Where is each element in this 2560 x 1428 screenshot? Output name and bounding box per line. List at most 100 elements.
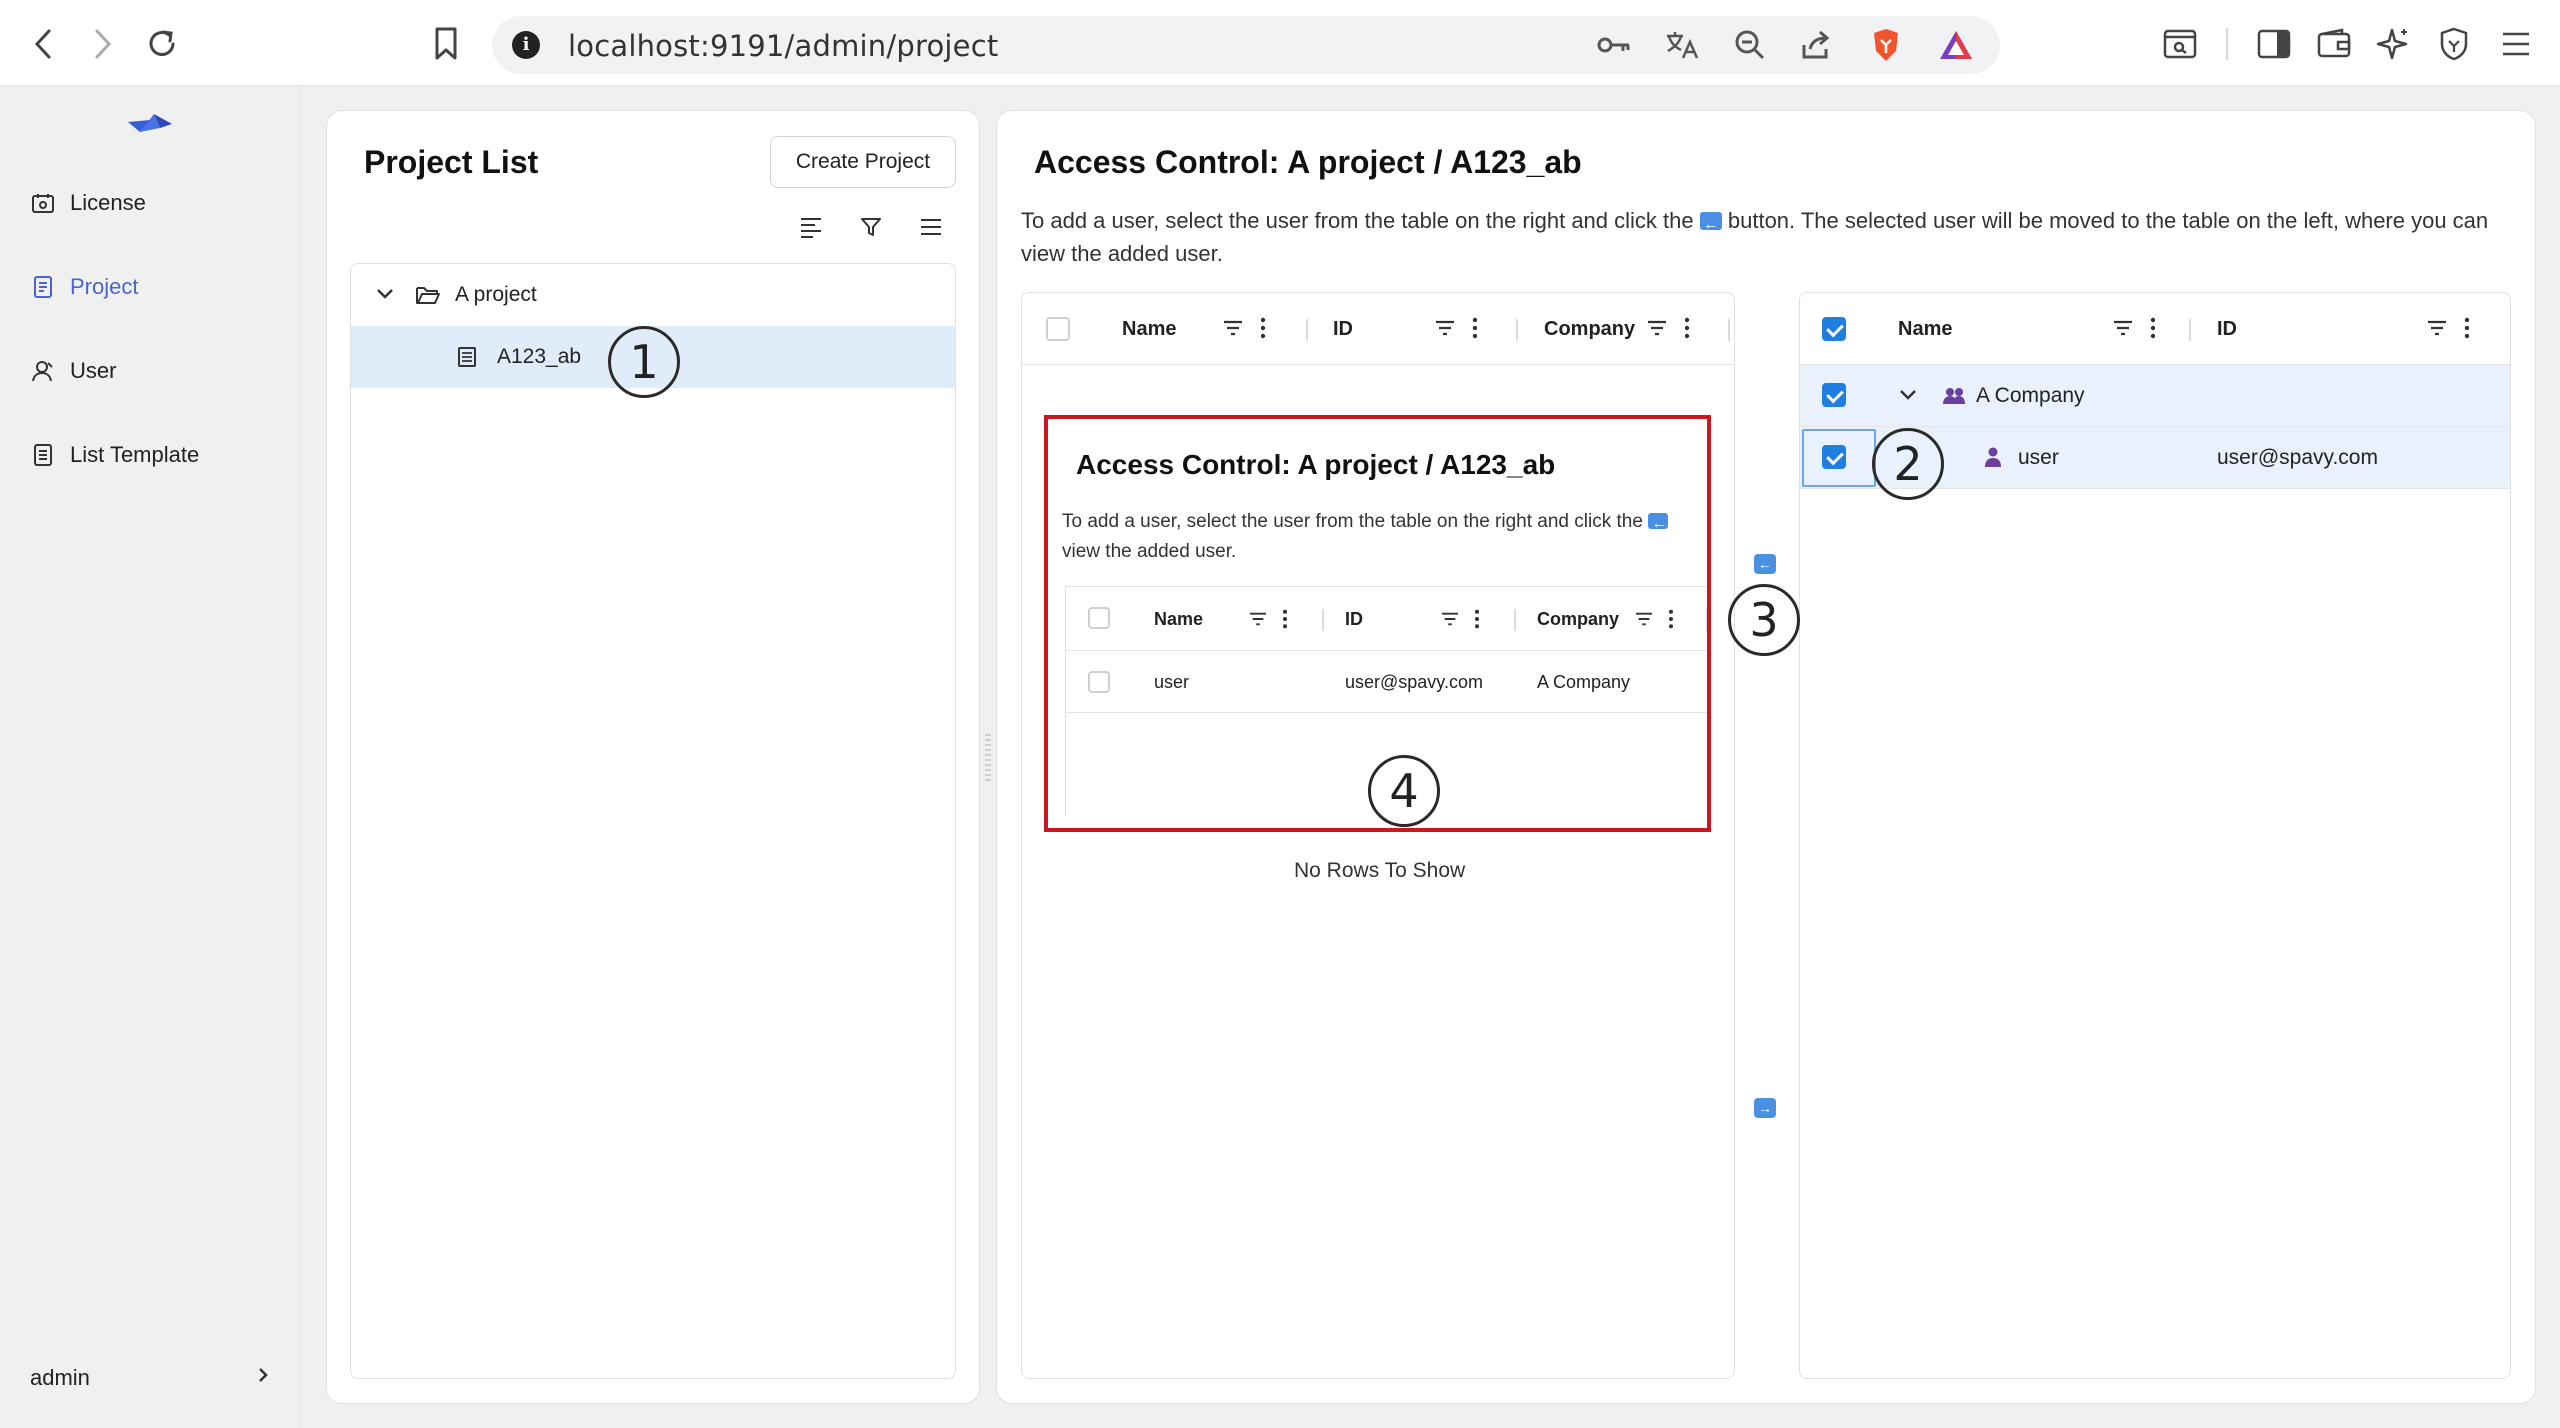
user-id-cell: user@spavy.com: [1345, 671, 1483, 692]
grid-header: Name ID Company: [1066, 587, 1707, 651]
column-menu-icon: [1282, 609, 1288, 634]
align-left-icon[interactable]: [794, 210, 828, 244]
column-menu-icon[interactable]: [2150, 317, 2156, 344]
app-sidebar: License Project User List Template admin: [0, 86, 300, 1428]
tree-node-folder[interactable]: A project: [351, 264, 955, 326]
share-icon[interactable]: [1798, 27, 1834, 63]
user-company-cell: A Company: [1537, 671, 1631, 692]
zoom-out-icon[interactable]: [1732, 27, 1768, 63]
column-filter-icon[interactable]: [2426, 319, 2448, 342]
project-tree: A project A123_ab: [350, 263, 956, 1379]
move-left-icon: [1699, 208, 1722, 241]
group-label: A Company: [1976, 384, 2085, 407]
annotation-marker-3: 3: [1728, 584, 1800, 656]
preview-description: To add a user, select the user from the …: [1062, 507, 1670, 567]
column-filter-icon[interactable]: [2112, 319, 2134, 342]
back-icon[interactable]: [22, 22, 66, 66]
sidebar-item-list-template[interactable]: List Template: [30, 430, 199, 480]
annotation-marker-1: 1: [608, 326, 680, 398]
filter-icon[interactable]: [854, 210, 888, 244]
list-template-icon: [30, 442, 56, 468]
bookmark-icon[interactable]: [424, 22, 468, 66]
project-list-title: Project List: [364, 144, 539, 180]
column-menu-icon[interactable]: [1684, 317, 1690, 344]
group-users-icon: [1942, 387, 1966, 411]
column-header-id: ID: [1345, 608, 1363, 629]
sidebar-toggle-icon[interactable]: [2252, 22, 2296, 66]
column-header-id[interactable]: ID: [1333, 293, 1353, 365]
column-menu-icon[interactable]: [1472, 317, 1478, 344]
folder-open-icon: [415, 284, 441, 312]
sidebar-item-license[interactable]: License: [30, 178, 146, 228]
address-bar[interactable]: i localhost:9191/admin/project: [492, 16, 2000, 74]
sidebar-item-user[interactable]: User: [30, 346, 116, 396]
column-header-company[interactable]: Company: [1544, 293, 1635, 365]
brave-shield-icon[interactable]: [1868, 27, 1904, 63]
translate-icon[interactable]: [1664, 27, 1700, 63]
project-icon: [30, 274, 56, 300]
column-header-name[interactable]: Name: [1122, 293, 1176, 365]
password-key-icon[interactable]: [1596, 27, 1632, 63]
url-text: localhost:9191/admin/project: [568, 29, 999, 63]
preview-title: Access Control: A project / A123_ab: [1076, 449, 1556, 480]
column-filter-icon[interactable]: [1222, 319, 1244, 342]
sidebar-item-label: License: [70, 190, 146, 215]
select-all-checkbox[interactable]: [1822, 317, 1846, 341]
person-icon: [1984, 447, 2002, 473]
select-all-checkbox[interactable]: [1046, 317, 1070, 341]
forward-icon[interactable]: [80, 22, 124, 66]
grid-header: Name ID: [1800, 293, 2510, 365]
menu-icon[interactable]: [2494, 22, 2538, 66]
move-to-right-button[interactable]: →: [1754, 1098, 1776, 1118]
sidebar-item-label: List Template: [70, 442, 200, 467]
column-filter-icon[interactable]: [1646, 319, 1668, 342]
column-header-name[interactable]: Name: [1898, 293, 1952, 365]
move-to-left-button[interactable]: ←: [1754, 554, 1776, 574]
row-checkbox[interactable]: [1822, 445, 1846, 469]
user-icon: [30, 358, 56, 384]
access-control-description: To add a user, select the user from the …: [1021, 204, 2501, 270]
user-name-cell: user: [2018, 446, 2059, 469]
user-name-cell: user: [1154, 671, 1190, 692]
reader-mode-icon[interactable]: [2158, 22, 2202, 66]
select-all-checkbox: [1088, 607, 1110, 629]
chevron-right-icon: [256, 1365, 270, 1391]
column-filter-icon[interactable]: [1434, 319, 1456, 342]
vpn-shield-icon[interactable]: [2432, 22, 2476, 66]
sidebar-item-label: User: [70, 358, 117, 383]
browser-toolbar: i localhost:9191/admin/project: [0, 0, 2560, 86]
access-control-title: Access Control: A project / A123_ab: [1034, 144, 1582, 180]
empty-grid-message: No Rows To Show: [1294, 859, 1466, 882]
reload-icon[interactable]: [140, 22, 184, 66]
column-menu-icon: [1668, 609, 1674, 634]
hamburger-menu-icon[interactable]: [914, 210, 948, 244]
column-menu-icon[interactable]: [2464, 317, 2470, 344]
annotation-marker-4: 4: [1368, 755, 1440, 827]
create-project-button[interactable]: Create Project: [770, 136, 956, 188]
column-menu-icon: [1474, 609, 1480, 634]
wallet-icon[interactable]: [2312, 22, 2356, 66]
user-account-menu[interactable]: admin: [30, 1358, 270, 1398]
annotation-result-preview: Access Control: A project / A123_ab To a…: [1044, 415, 1711, 832]
table-row: user user@spavy.com A Company: [1066, 651, 1707, 713]
leo-ai-icon[interactable]: [2372, 22, 2416, 66]
admin-username: admin: [30, 1365, 90, 1390]
app-logo[interactable]: [126, 104, 174, 144]
column-filter-icon: [1440, 611, 1460, 632]
grid-header: Name ID Company: [1022, 293, 1734, 365]
row-checkbox: [1088, 671, 1110, 693]
site-info-icon[interactable]: i: [512, 31, 540, 59]
panel-resize-handle[interactable]: [985, 734, 991, 782]
chevron-down-icon[interactable]: [375, 284, 395, 310]
group-row[interactable]: A Company: [1800, 365, 2510, 427]
column-menu-icon[interactable]: [1260, 317, 1266, 344]
brave-rewards-icon[interactable]: [1938, 27, 1974, 63]
sidebar-item-project[interactable]: Project: [30, 262, 138, 312]
column-header-company: Company: [1537, 608, 1620, 629]
sidebar-item-label: Project: [70, 274, 139, 299]
column-filter-icon: [1248, 611, 1268, 632]
row-checkbox[interactable]: [1822, 383, 1846, 407]
chevron-down-icon[interactable]: [1898, 385, 1918, 411]
column-filter-icon: [1634, 611, 1654, 632]
column-header-id[interactable]: ID: [2217, 293, 2237, 365]
